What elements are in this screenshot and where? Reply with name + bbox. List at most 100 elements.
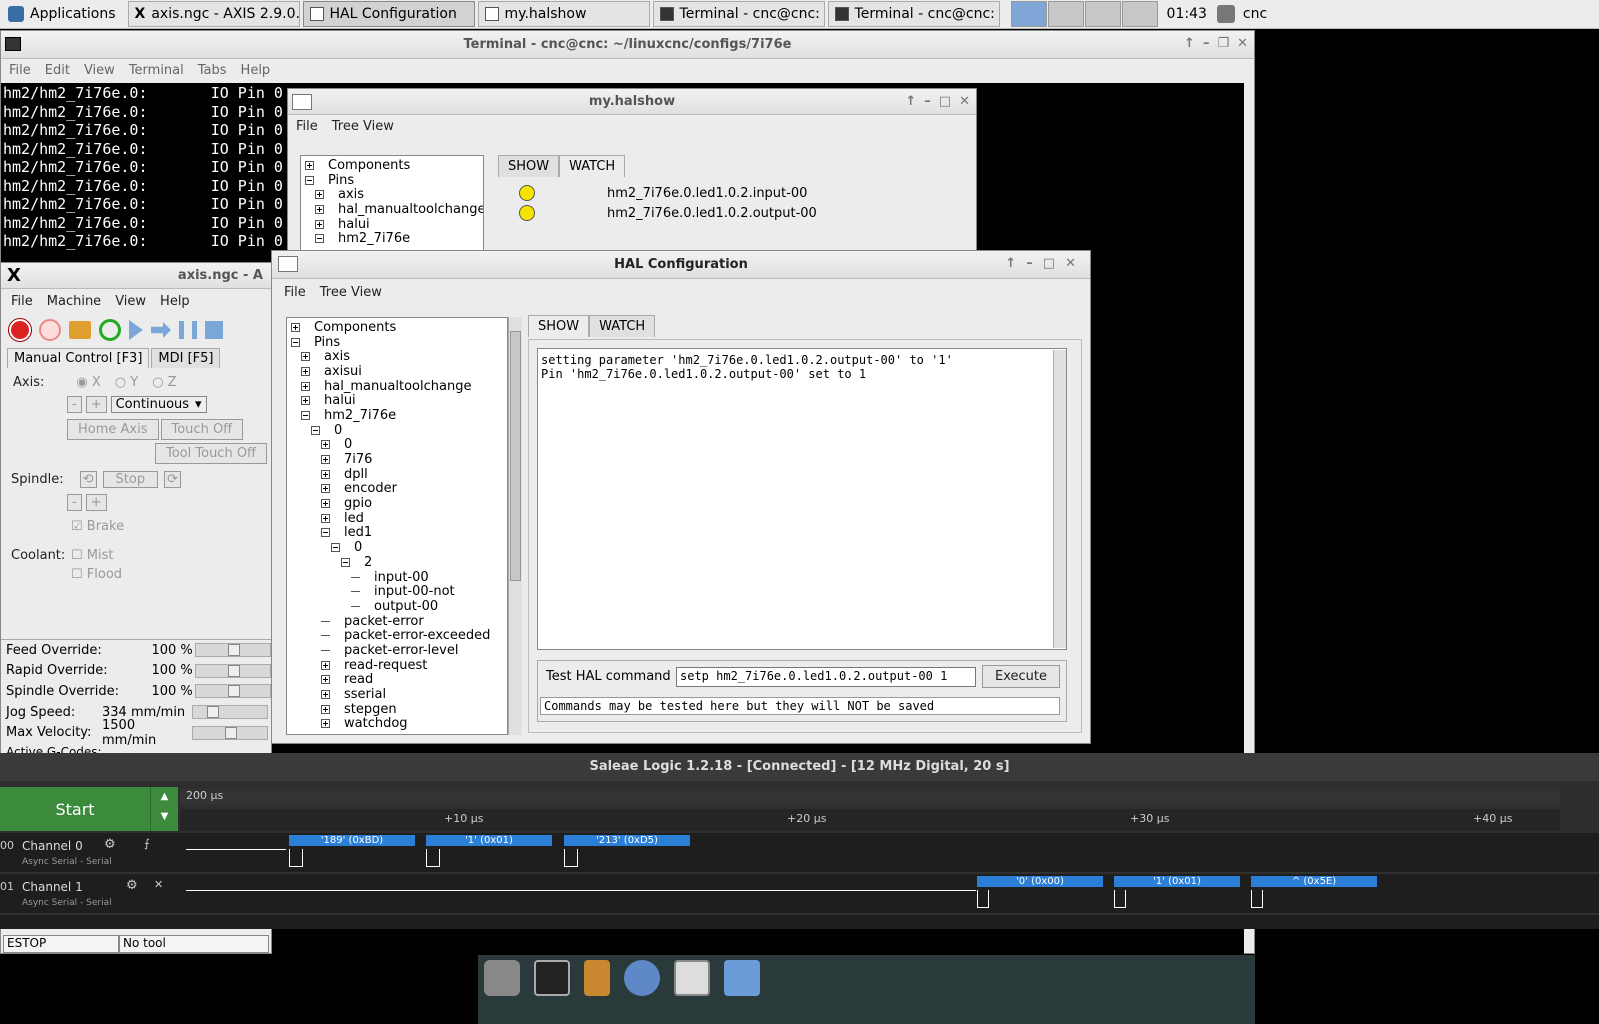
stop-icon[interactable] xyxy=(205,321,223,339)
tree-item[interactable]: hal_manualtoolchange xyxy=(291,379,503,394)
applications-menu[interactable]: Applications xyxy=(0,1,124,27)
hal-command-input[interactable]: setp hm2_7i76e.0.led1.0.2.output-00 1 xyxy=(676,667,976,687)
tree-item[interactable]: axis xyxy=(305,187,479,202)
tree-item[interactable]: halui xyxy=(291,393,503,408)
collapse-icon[interactable] xyxy=(321,528,330,538)
raise-icon[interactable]: ↑ xyxy=(1005,256,1016,271)
touch-off-button[interactable]: Touch Off xyxy=(160,419,244,440)
tree-item[interactable]: packet-error-exceeded xyxy=(291,628,503,643)
spindle-stop-button[interactable]: Stop xyxy=(102,471,159,488)
output-text[interactable]: setting parameter 'hm2_7i76e.0.led1.0.2.… xyxy=(537,348,1067,650)
flood-checkbox[interactable]: ☐ Flood xyxy=(71,567,122,582)
task-terminal-1[interactable]: Terminal - cnc@cnc: ~ xyxy=(652,1,825,27)
step-icon[interactable] xyxy=(151,322,171,338)
tree-item[interactable]: watchdog xyxy=(291,716,503,731)
search-icon[interactable] xyxy=(674,960,710,996)
tree-item[interactable]: axisui xyxy=(291,364,503,379)
expand-icon[interactable] xyxy=(305,160,314,170)
decoded-value[interactable]: '1' (0x01) xyxy=(426,835,552,846)
task-halconfig[interactable]: HAL Configuration xyxy=(302,1,475,27)
tree-item[interactable]: read-request xyxy=(291,658,503,673)
close-icon[interactable]: ✕ xyxy=(959,94,970,109)
override-slider[interactable] xyxy=(192,705,268,720)
halconfig-tree[interactable]: Components Pins axis axisui hal_manualtoolch… xyxy=(286,317,508,735)
jog-minus-button[interactable]: - xyxy=(67,396,82,413)
raise-icon[interactable]: ↑ xyxy=(1184,36,1195,51)
close-icon[interactable]: ✕ xyxy=(1065,256,1076,271)
mist-checkbox[interactable]: ☐ Mist xyxy=(71,548,122,563)
expand-icon[interactable] xyxy=(315,204,324,214)
channel-name[interactable]: Channel 1 xyxy=(22,880,83,894)
menu-file[interactable]: File xyxy=(296,119,318,134)
brake-checkbox[interactable]: ☑ Brake xyxy=(71,519,269,534)
expand-icon[interactable] xyxy=(321,484,330,494)
tab-show[interactable]: SHOW xyxy=(528,315,590,337)
maximize-icon[interactable]: □ xyxy=(1043,256,1055,271)
workspace-switcher[interactable] xyxy=(1010,1,1159,27)
halshow-titlebar[interactable]: my.halshow ↑ – □ ✕ xyxy=(288,89,976,115)
run-icon[interactable] xyxy=(129,320,143,340)
folder-icon[interactable] xyxy=(724,960,760,996)
file-manager-icon[interactable] xyxy=(584,960,610,996)
expand-icon[interactable] xyxy=(301,381,310,391)
menu-view[interactable]: View xyxy=(115,294,146,309)
minimize-icon[interactable]: – xyxy=(924,94,931,109)
trigger-icon[interactable]: ⨍ xyxy=(144,837,150,850)
tree-item[interactable]: 7i76 xyxy=(291,452,503,467)
menu-terminal[interactable]: Terminal xyxy=(129,63,184,78)
start-button[interactable]: Start xyxy=(0,787,150,831)
jog-plus-button[interactable]: + xyxy=(85,396,107,413)
task-halshow[interactable]: my.halshow xyxy=(477,1,650,27)
override-slider[interactable] xyxy=(192,725,268,740)
slider-thumb[interactable] xyxy=(207,706,219,719)
tree-scrollbar[interactable] xyxy=(508,317,522,735)
expand-icon[interactable] xyxy=(321,513,330,523)
collapse-icon[interactable] xyxy=(291,337,300,347)
decoded-value[interactable]: '0' (0x00) xyxy=(977,876,1103,887)
tree-item[interactable]: hal_manualtoolchange xyxy=(305,202,483,217)
maximize-icon[interactable]: ❐ xyxy=(1217,36,1229,51)
start-options-icon[interactable]: ▲ ▼ xyxy=(150,787,178,831)
workspace-2[interactable] xyxy=(1047,1,1084,27)
expand-icon[interactable] xyxy=(321,455,330,465)
spindle-ccw-icon[interactable]: ⟲ xyxy=(79,471,97,488)
tree-item[interactable]: read xyxy=(291,672,503,687)
decoded-value[interactable]: '213' (0xD5) xyxy=(564,835,690,846)
tree-item[interactable]: 2 xyxy=(291,555,503,570)
slider-thumb[interactable] xyxy=(228,644,241,657)
menu-file[interactable]: File xyxy=(11,294,33,309)
override-slider[interactable] xyxy=(195,684,271,699)
menu-machine[interactable]: Machine xyxy=(47,294,101,309)
expand-icon[interactable] xyxy=(301,396,310,406)
tree-item[interactable]: hm2_7i76e xyxy=(291,408,503,423)
minimize-icon[interactable]: – xyxy=(1026,256,1033,271)
terminal-icon[interactable] xyxy=(534,960,570,996)
expand-icon[interactable] xyxy=(315,219,324,229)
open-file-icon[interactable] xyxy=(69,321,91,339)
tree-item[interactable]: encoder xyxy=(291,481,503,496)
tree-item[interactable]: 0 xyxy=(291,437,503,452)
tree-item[interactable]: gpio xyxy=(291,496,503,511)
tree-item[interactable]: 0 xyxy=(291,423,503,438)
maximize-icon[interactable]: □ xyxy=(939,94,951,109)
tree-item[interactable]: packet-error xyxy=(291,614,503,629)
expand-icon[interactable] xyxy=(321,469,330,479)
spindle-minus-button[interactable]: - xyxy=(67,494,82,511)
axis-y-radio[interactable]: ○ Y xyxy=(115,375,138,390)
web-browser-icon[interactable] xyxy=(624,960,660,996)
menu-edit[interactable]: Edit xyxy=(45,63,70,78)
tree-item[interactable]: 0 xyxy=(291,540,503,555)
expand-icon[interactable] xyxy=(315,190,324,200)
show-desktop-icon[interactable] xyxy=(484,960,520,996)
expand-icon[interactable] xyxy=(301,352,310,362)
channel-name[interactable]: Channel 0 xyxy=(22,839,83,853)
tree-item[interactable]: input-00-not xyxy=(291,584,503,599)
tree-item[interactable]: Components xyxy=(291,320,503,335)
expand-icon[interactable] xyxy=(321,719,330,729)
collapse-icon[interactable] xyxy=(301,410,310,420)
tree-item[interactable]: dpll xyxy=(291,467,503,482)
task-terminal-2[interactable]: Terminal - cnc@cnc: ... xyxy=(827,1,1000,27)
menu-tabs[interactable]: Tabs xyxy=(198,63,227,78)
expand-icon[interactable] xyxy=(321,675,330,685)
decoded-value[interactable]: '189' (0xBD) xyxy=(289,835,415,846)
